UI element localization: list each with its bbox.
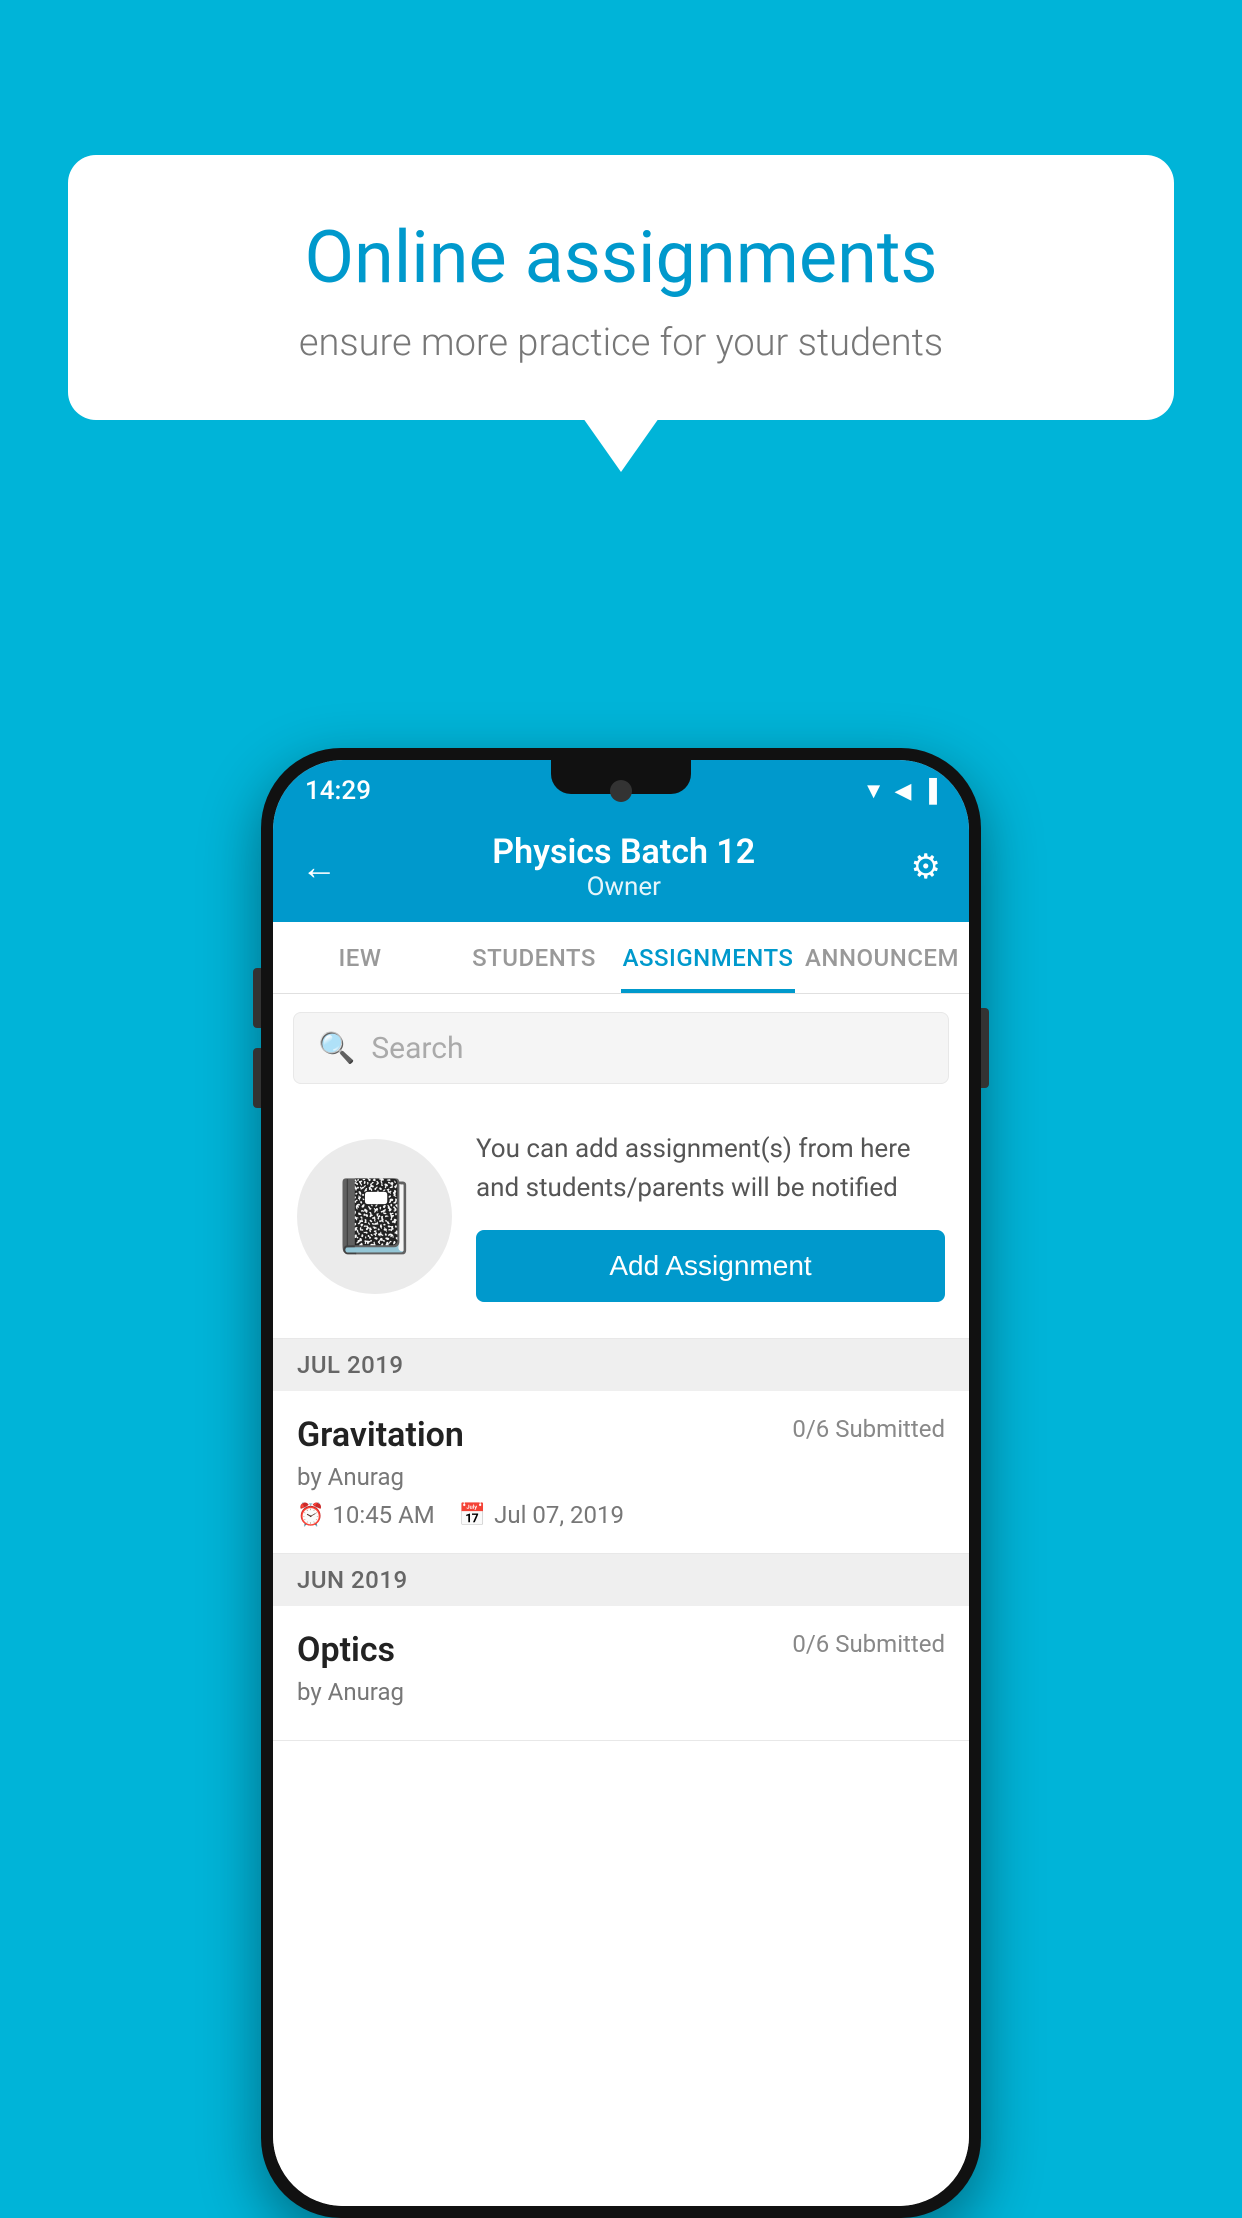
speech-bubble-card: Online assignments ensure more practice …: [68, 155, 1174, 420]
phone-camera: [610, 780, 632, 802]
assignment-title-gravitation: Gravitation: [297, 1415, 464, 1455]
search-icon: 🔍: [318, 1031, 355, 1066]
month-separator-jul: JUL 2019: [273, 1339, 969, 1391]
content-area: 🔍 Search 📓 You can add assignment(s) fro…: [273, 994, 969, 2206]
tab-students[interactable]: STUDENTS: [447, 922, 621, 993]
search-placeholder: Search: [371, 1031, 463, 1066]
assignment-by-gravitation: by Anurag: [297, 1463, 945, 1491]
battery-icon: ▐: [921, 778, 937, 804]
volume-down-button: [253, 1048, 261, 1108]
month-separator-jun: JUN 2019: [273, 1554, 969, 1606]
header-subtitle: Owner: [492, 872, 755, 902]
add-assignment-button[interactable]: Add Assignment: [476, 1230, 945, 1302]
clock-icon: ⏰: [297, 1503, 324, 1528]
status-icons: ▼ ◀ ▐: [863, 778, 937, 804]
search-bar[interactable]: 🔍 Search: [293, 1012, 949, 1084]
assignment-date-gravitation: 📅 Jul 07, 2019: [459, 1501, 624, 1529]
tab-iew[interactable]: IEW: [273, 922, 447, 993]
assignment-top: Gravitation 0/6 Submitted: [297, 1415, 945, 1455]
assignment-title-optics: Optics: [297, 1630, 395, 1670]
back-button[interactable]: ←: [301, 846, 337, 888]
promo-text-area: You can add assignment(s) from here and …: [476, 1130, 945, 1302]
promo-description: You can add assignment(s) from here and …: [476, 1130, 945, 1208]
assignment-item-optics[interactable]: Optics 0/6 Submitted by Anurag: [273, 1606, 969, 1741]
volume-up-button: [253, 968, 261, 1028]
wifi-icon: ▼: [863, 778, 885, 804]
speech-bubble-title: Online assignments: [138, 215, 1104, 301]
assignment-submitted-gravitation: 0/6 Submitted: [792, 1415, 945, 1443]
assignment-by-optics: by Anurag: [297, 1678, 945, 1706]
speech-bubble-subtitle: ensure more practice for your students: [138, 321, 1104, 365]
assignment-top-optics: Optics 0/6 Submitted: [297, 1630, 945, 1670]
signal-icon: ◀: [894, 779, 911, 804]
assignment-time-gravitation: ⏰ 10:45 AM: [297, 1501, 435, 1529]
phone-frame: 14:29 ▼ ◀ ▐ ← Physics Batch 12 Owner ⚙ I…: [261, 748, 981, 2218]
notebook-icon: 📓: [330, 1174, 420, 1259]
assignment-submitted-optics: 0/6 Submitted: [792, 1630, 945, 1658]
tab-bar: IEW STUDENTS ASSIGNMENTS ANNOUNCEM: [273, 922, 969, 994]
phone-screen: 14:29 ▼ ◀ ▐ ← Physics Batch 12 Owner ⚙ I…: [273, 760, 969, 2206]
power-button: [981, 1008, 989, 1088]
promo-icon-circle: 📓: [297, 1139, 452, 1294]
settings-icon[interactable]: ⚙: [911, 847, 941, 887]
tab-assignments[interactable]: ASSIGNMENTS: [621, 922, 795, 993]
app-header: ← Physics Batch 12 Owner ⚙: [273, 812, 969, 922]
phone-notch: [551, 760, 691, 794]
promo-section: 📓 You can add assignment(s) from here an…: [273, 1102, 969, 1339]
header-title-area: Physics Batch 12 Owner: [492, 832, 755, 902]
header-title: Physics Batch 12: [492, 832, 755, 872]
status-time: 14:29: [305, 776, 371, 806]
assignment-item-gravitation[interactable]: Gravitation 0/6 Submitted by Anurag ⏰ 10…: [273, 1391, 969, 1554]
calendar-icon: 📅: [459, 1503, 486, 1528]
assignment-meta-gravitation: ⏰ 10:45 AM 📅 Jul 07, 2019: [297, 1501, 945, 1529]
tab-announcements[interactable]: ANNOUNCEM: [795, 922, 969, 993]
